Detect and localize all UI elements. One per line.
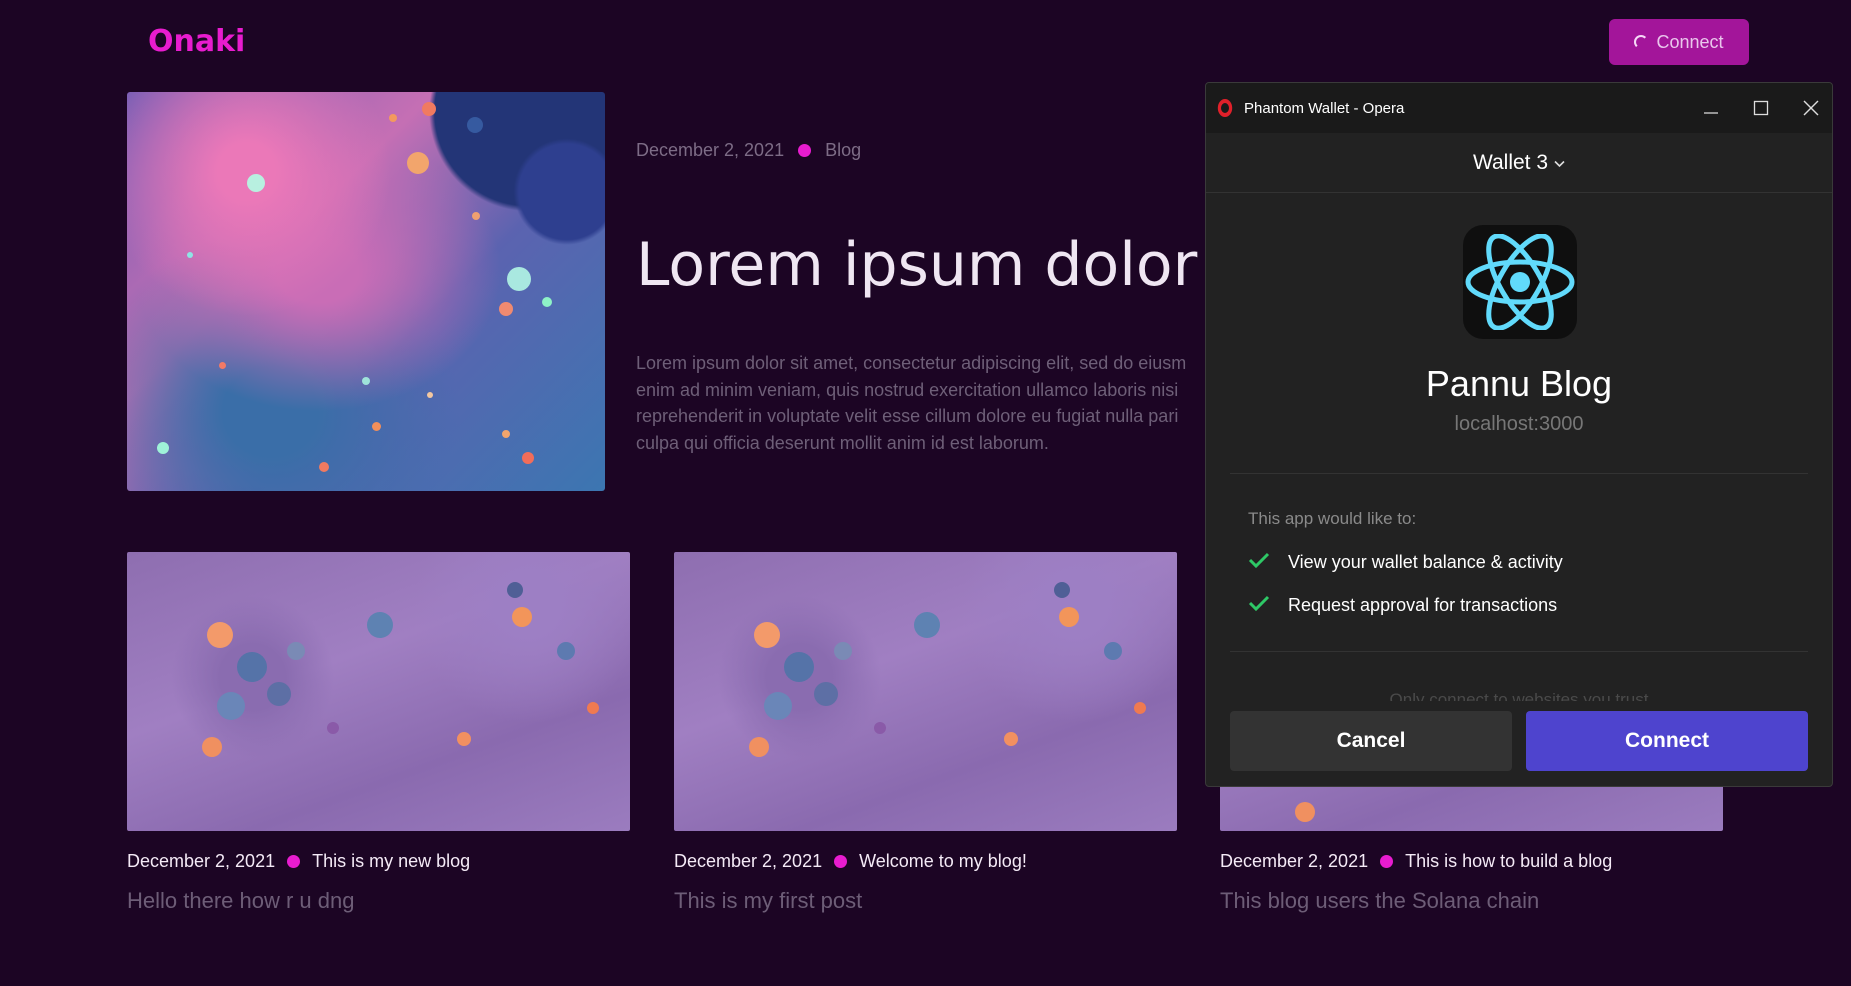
post-image[interactable] [674,552,1177,831]
loading-spinner-icon [1634,35,1649,49]
post-meta: December 2, 2021 This is my new blog [127,851,630,872]
checkmark-icon [1248,551,1270,574]
header-connect-label: Connect [1656,31,1724,52]
post-title[interactable]: This blog users the Solana chain [1220,888,1723,914]
post-date: December 2, 2021 [127,851,276,871]
post-image[interactable] [127,552,630,831]
react-logo-icon [1463,225,1577,339]
permission-item: Request approval for transactions [1248,594,1557,617]
separator-dot-icon [1380,855,1394,868]
chevron-down-icon [1554,157,1565,171]
hero-category[interactable]: Blog [825,140,861,161]
post-card[interactable]: December 2, 2021 This is my new blog Hel… [127,552,630,914]
divider [1230,473,1808,474]
permission-label: View your wallet balance & activity [1288,552,1563,572]
post-meta: December 2, 2021 Welcome to my blog! [674,851,1177,872]
permission-item: View your wallet balance & activity [1248,551,1563,574]
popup-window-title: Phantom Wallet - Opera [1244,99,1405,117]
header-connect-button[interactable]: Connect [1609,19,1749,65]
post-date: December 2, 2021 [1220,851,1369,871]
site-logo[interactable]: Onaki [148,24,245,59]
app-url: localhost:3000 [1454,413,1584,435]
separator-dot-icon [287,855,301,868]
trust-warning-text: Only connect to websites you trust [1389,690,1649,701]
checkmark-icon [1248,594,1270,617]
close-icon[interactable] [1786,83,1832,133]
maximize-icon[interactable] [1736,83,1786,133]
separator-dot-icon [834,855,848,868]
separator-dot-icon [798,144,812,157]
permissions-heading: This app would like to: [1248,509,1417,528]
post-date: December 2, 2021 [674,851,823,871]
post-tag[interactable]: Welcome to my blog! [859,851,1027,872]
post-card[interactable]: December 2, 2021 Welcome to my blog! Thi… [674,552,1177,914]
popup-titlebar[interactable]: Phantom Wallet - Opera [1206,83,1832,133]
divider [1230,651,1808,652]
hero-image[interactable] [127,92,605,491]
post-tag[interactable]: This is my new blog [312,851,470,872]
post-tag[interactable]: This is how to build a blog [1405,851,1612,872]
post-title[interactable]: Hello there how r u dng [127,888,630,914]
wallet-name: Wallet 3 [1472,150,1549,174]
hero-date: December 2, 2021 [636,140,785,160]
connect-button[interactable]: Connect [1526,711,1808,771]
hero-meta: December 2, 2021 Blog [636,140,861,161]
wallet-selector[interactable]: Wallet 3 [1206,133,1832,193]
phantom-wallet-popup: Phantom Wallet - Opera Wallet 3 Pannu Bl… [1205,82,1833,787]
permission-label: Request approval for transactions [1288,595,1558,615]
cancel-button[interactable]: Cancel [1230,711,1512,771]
hero-excerpt: Lorem ipsum dolor sit amet, consectetur … [636,353,1187,453]
post-meta: December 2, 2021 This is how to build a … [1220,851,1723,872]
post-title[interactable]: This is my first post [674,888,1177,914]
hero-title[interactable]: Lorem ipsum dolor sit [636,230,1288,300]
opera-logo-icon [1217,99,1233,117]
app-name: Pannu Blog [1425,363,1613,404]
minimize-icon[interactable] [1686,83,1736,133]
